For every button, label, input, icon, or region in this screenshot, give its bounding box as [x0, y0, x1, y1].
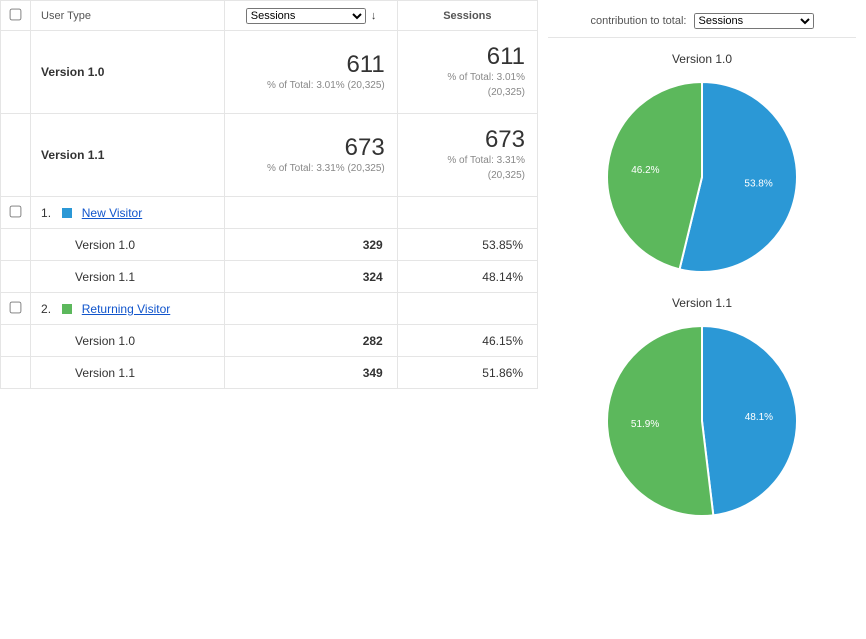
summary-value: 611 — [237, 53, 384, 77]
sessions-value: 329 — [225, 229, 397, 261]
sessions-value: 324 — [225, 261, 397, 293]
row-checkbox[interactable] — [10, 205, 22, 217]
summary-subtext: % of Total: 3.01% — [410, 71, 525, 84]
summary-value: 611 — [410, 45, 525, 69]
version-label: Version 1.1 — [31, 357, 225, 389]
summary-row: Version 1.1 673 % of Total: 3.31% (20,32… — [1, 114, 538, 197]
pie-slice-label: 48.1% — [745, 412, 773, 423]
metric-dropdown-1[interactable]: Sessions — [246, 8, 366, 24]
contribution-dropdown[interactable]: Sessions — [694, 13, 814, 29]
summary-row: Version 1.0 611 % of Total: 3.01% (20,32… — [1, 31, 538, 114]
sessions-pct: 46.15% — [397, 325, 537, 357]
sessions-value: 349 — [225, 357, 397, 389]
table-row: Version 1.1 324 48.14% — [1, 261, 538, 293]
contribution-header: contribution to total: Sessions — [548, 8, 856, 38]
pie-slice-returning-visitor[interactable] — [607, 326, 713, 516]
data-table: User Type Sessions ↓ Sessions — [0, 0, 538, 389]
version-label: Version 1.1 — [31, 261, 225, 293]
pie-slice-label: 53.8% — [744, 178, 772, 189]
sessions-value: 282 — [225, 325, 397, 357]
category-link[interactable]: New Visitor — [82, 206, 142, 220]
sessions-pct: 53.85% — [397, 229, 537, 261]
header-user-type: User Type — [31, 1, 225, 31]
table-row: Version 1.0 282 46.15% — [1, 325, 538, 357]
table-body: Version 1.0 611 % of Total: 3.01% (20,32… — [1, 31, 538, 389]
summary-subtext: (20,325) — [410, 169, 525, 182]
data-table-panel: User Type Sessions ↓ Sessions — [0, 0, 538, 546]
pie-chart-block: Version 1.1 48.1% 51.9% — [548, 296, 856, 526]
summary-subtext: % of Total: 3.31% — [410, 154, 525, 167]
row-checkbox[interactable] — [10, 301, 22, 313]
pie-slice-label: 46.2% — [631, 165, 659, 176]
sessions-pct: 48.14% — [397, 261, 537, 293]
category-link[interactable]: Returning Visitor — [82, 302, 171, 316]
contribution-label: contribution to total: — [590, 15, 686, 27]
pie-slice-label: 51.9% — [631, 419, 659, 430]
pie-chart: 48.1% 51.9% — [597, 316, 807, 526]
summary-subtext: % of Total: 3.01% (20,325) — [237, 79, 384, 92]
summary-label: Version 1.1 — [31, 114, 225, 197]
category-index: 2. — [41, 302, 51, 316]
category-index: 1. — [41, 206, 51, 220]
sessions-pct: 51.86% — [397, 357, 537, 389]
color-swatch-icon — [62, 208, 72, 218]
table-row: Version 1.1 349 51.86% — [1, 357, 538, 389]
pie-title: Version 1.1 — [548, 296, 856, 310]
summary-label: Version 1.0 — [31, 31, 225, 114]
summary-subtext: (20,325) — [410, 86, 525, 99]
table-header-row: User Type Sessions ↓ Sessions — [1, 1, 538, 31]
select-all-checkbox[interactable] — [10, 8, 22, 20]
summary-subtext: % of Total: 3.31% (20,325) — [237, 162, 384, 175]
category-row: 2. Returning Visitor — [1, 293, 538, 325]
version-label: Version 1.0 — [31, 229, 225, 261]
category-row: 1. New Visitor — [1, 197, 538, 229]
header-sessions: Sessions — [397, 1, 537, 31]
color-swatch-icon — [62, 304, 72, 314]
header-checkbox-cell — [1, 1, 31, 31]
table-row: Version 1.0 329 53.85% — [1, 229, 538, 261]
summary-value: 673 — [410, 128, 525, 152]
pie-chart: 53.8% 46.2% — [597, 72, 807, 282]
pie-title: Version 1.0 — [548, 52, 856, 66]
chart-panel: contribution to total: Sessions Version … — [538, 0, 866, 546]
header-sessions-dropdown-cell: Sessions ↓ — [225, 1, 397, 31]
version-label: Version 1.0 — [31, 325, 225, 357]
sort-desc-icon[interactable]: ↓ — [371, 10, 377, 22]
pie-chart-block: Version 1.0 53.8% 46.2% — [548, 52, 856, 282]
summary-value: 673 — [237, 136, 384, 160]
